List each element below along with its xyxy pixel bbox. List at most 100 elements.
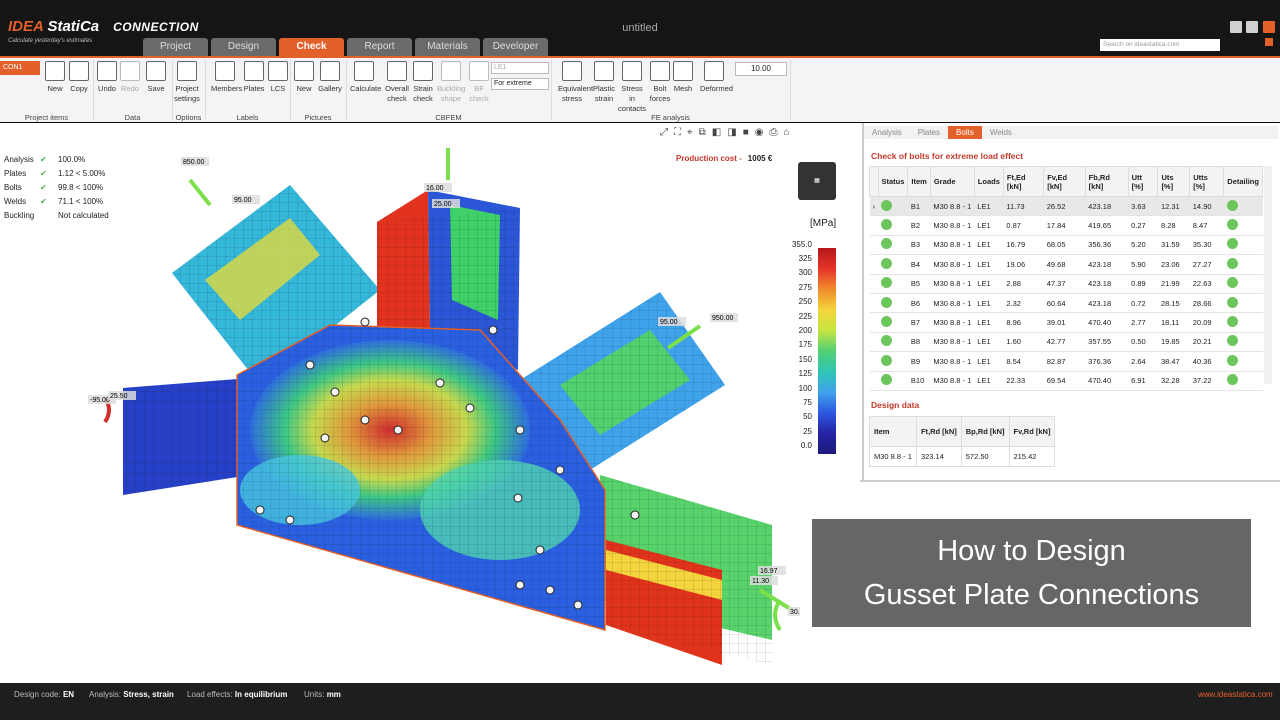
column-header[interactable]: Ft,Ed [kN] (1002, 166, 1045, 197)
ribbon-buckling-shape-button[interactable]: Buckling shape (437, 61, 465, 104)
connection-model-view[interactable]: 850.00 95.00 16.00 25.00 950.00 95.00 -95.0025… (0, 130, 800, 680)
results-tab-bolts[interactable]: Bolts (948, 126, 982, 139)
results-tab-analysis[interactable]: Analysis (864, 126, 910, 139)
table-row[interactable]: B4 M30 8.8 - 1 LE1 19.06 49.68 423.18 5.90 23.0… (869, 254, 1263, 275)
table-row[interactable]: B5 M30 8.8 - 1 LE1 2.88 47.37 423.18 0.89 21.99… (869, 274, 1263, 294)
design-column-header: Item (869, 416, 917, 447)
expand-icon[interactable] (869, 293, 878, 314)
extreme-select[interactable]: For extreme (491, 78, 549, 90)
table-cell: 5.90 (1128, 254, 1158, 275)
table-cell: 376.36 (1085, 351, 1129, 372)
scale-input[interactable]: 10.00 (735, 62, 787, 76)
ribbon-gallery-button[interactable]: Gallery (316, 61, 344, 94)
tab-project[interactable]: Project (143, 38, 208, 56)
table-row[interactable]: B2 M30 8.8 - 1 LE1 0.87 17.84 419.65 0.27 8.28 8… (869, 215, 1263, 236)
table-cell: 8.54 (1003, 351, 1044, 372)
column-header[interactable]: Fb,Rd [kN] (1084, 166, 1129, 197)
table-row[interactable]: B8 M30 8.8 - 1 LE1 1.60 42.77 357.55 0.50 19.85… (869, 332, 1263, 353)
column-header[interactable]: Detailing (1223, 166, 1263, 197)
column-header[interactable]: Fv,Ed [kN] (1043, 166, 1086, 197)
search-input[interactable]: Search on ideastatica.com (1100, 39, 1220, 51)
connection-select[interactable]: CON1 (0, 61, 40, 75)
tab-materials[interactable]: Materials (415, 38, 480, 56)
help-icon[interactable] (1265, 38, 1273, 46)
svg-text:-95.00: -95.00 (90, 397, 110, 404)
detailing-cell (1223, 351, 1263, 372)
equivalent-stress-icon (562, 61, 582, 81)
expand-icon[interactable] (869, 215, 878, 236)
status-cell (878, 312, 908, 333)
table-cell: M30 8.8 - 1 (930, 196, 975, 217)
table-row[interactable]: B10 M30 8.8 - 1 LE1 22.33 69.54 470.40 6.91 32.… (869, 371, 1263, 391)
column-header[interactable]: Status (877, 166, 909, 197)
table-cell: 2.64 (1128, 351, 1158, 372)
view-cube[interactable]: ▦ (798, 162, 836, 200)
load-select[interactable]: LE1 (491, 62, 549, 74)
close-button[interactable] (1263, 21, 1275, 33)
table-row[interactable]: › B1 M30 8.8 - 1 LE1 11.73 26.52 423.18 3.63 12.… (869, 196, 1263, 217)
table-scrollbar[interactable] (1264, 166, 1272, 384)
table-cell: 28.15 (1157, 293, 1190, 314)
design-data-title: Design data (871, 400, 920, 410)
column-header[interactable]: Item (907, 166, 931, 197)
ribbon-mesh-button[interactable]: Mesh (669, 61, 697, 94)
table-row[interactable]: B7 M30 8.8 - 1 LE1 8.96 39.01 470.40 2.77 18.11… (869, 312, 1263, 333)
tab-check[interactable]: Check (279, 38, 344, 56)
ribbon-overall-check-button[interactable]: Overall check (383, 61, 411, 104)
column-header[interactable]: Uts [%] (1157, 166, 1191, 197)
ribbon-redo-button[interactable]: Redo (116, 61, 144, 94)
ribbon-plastic-strain-button[interactable]: Plastic strain (590, 61, 618, 104)
table-cell: 31.59 (1157, 235, 1190, 256)
expand-icon[interactable] (869, 274, 878, 294)
expand-icon[interactable] (869, 351, 878, 372)
column-header[interactable]: Loads (973, 166, 1004, 197)
ribbon-stress-in-contacts-button[interactable]: Stress in contacts (618, 61, 646, 114)
ribbon-project-settings-button[interactable]: Project settings (173, 61, 201, 104)
ribbon-equivalent-stress-button[interactable]: Equivalent stress (558, 61, 593, 104)
expand-icon[interactable] (869, 371, 878, 391)
table-cell: M30 8.8 - 1 (930, 312, 975, 333)
table-cell: 6.91 (1128, 371, 1158, 391)
detailing-cell (1223, 215, 1263, 236)
ribbon-strain-check-button[interactable]: Strain check (409, 61, 437, 104)
legend-tick: 0.0 (800, 441, 812, 451)
ribbon-new-button[interactable]: New (290, 61, 318, 94)
detailing-ok-icon (1226, 238, 1238, 250)
table-cell: LE1 (974, 312, 1004, 333)
expand-icon[interactable] (869, 312, 878, 333)
results-tab-plates[interactable]: Plates (910, 126, 948, 139)
ribbon-deformed-button[interactable]: Deformed (700, 61, 733, 94)
minimize-button[interactable] (1230, 21, 1242, 33)
table-row[interactable]: B9 M30 8.8 - 1 LE1 8.54 82.87 376.36 2.64 38.47… (869, 351, 1263, 372)
force-label: 11.30 (750, 576, 778, 585)
force-label: 95.00 (658, 317, 686, 326)
tab-design[interactable]: Design (211, 38, 276, 56)
tab-report[interactable]: Report (347, 38, 412, 56)
expand-icon[interactable] (869, 254, 878, 275)
legend-tick: 125 (798, 369, 812, 379)
tab-developer[interactable]: Developer (483, 38, 548, 56)
member-right-beam[interactable] (600, 475, 772, 665)
expand-icon[interactable] (869, 235, 878, 256)
ribbon-copy-button[interactable]: Copy (65, 61, 93, 94)
ribbon-bf-check-button[interactable]: BF check (465, 61, 493, 104)
ribbon-save-button[interactable]: Save (142, 61, 170, 94)
svg-text:30.94: 30.94 (790, 609, 800, 616)
bf-check-icon (469, 61, 489, 81)
maximize-button[interactable] (1246, 21, 1258, 33)
column-header[interactable]: Utt [%] (1127, 166, 1159, 197)
stress-color-scale (818, 248, 836, 454)
table-row[interactable]: B3 M30 8.8 - 1 LE1 16.79 68.05 356.36 5.20 31.5… (869, 235, 1263, 256)
expand-icon[interactable] (869, 332, 878, 353)
status-ok-icon (881, 257, 892, 269)
ribbon-members-button[interactable]: Members (211, 61, 242, 94)
expand-icon[interactable]: › (869, 196, 878, 217)
ribbon-lcs-button[interactable]: LCS (264, 61, 292, 94)
results-tab-welds[interactable]: Welds (982, 126, 1020, 139)
table-row[interactable]: B6 M30 8.8 - 1 LE1 2.32 60.64 423.18 0.72 28.15… (869, 293, 1263, 314)
status-ok-icon (881, 316, 892, 328)
member-left-beam[interactable] (123, 378, 250, 495)
column-header[interactable]: Grade (929, 166, 975, 197)
ribbon-calculate-button[interactable]: Calculate (350, 61, 381, 94)
column-header[interactable]: Utts [%] (1189, 166, 1225, 197)
